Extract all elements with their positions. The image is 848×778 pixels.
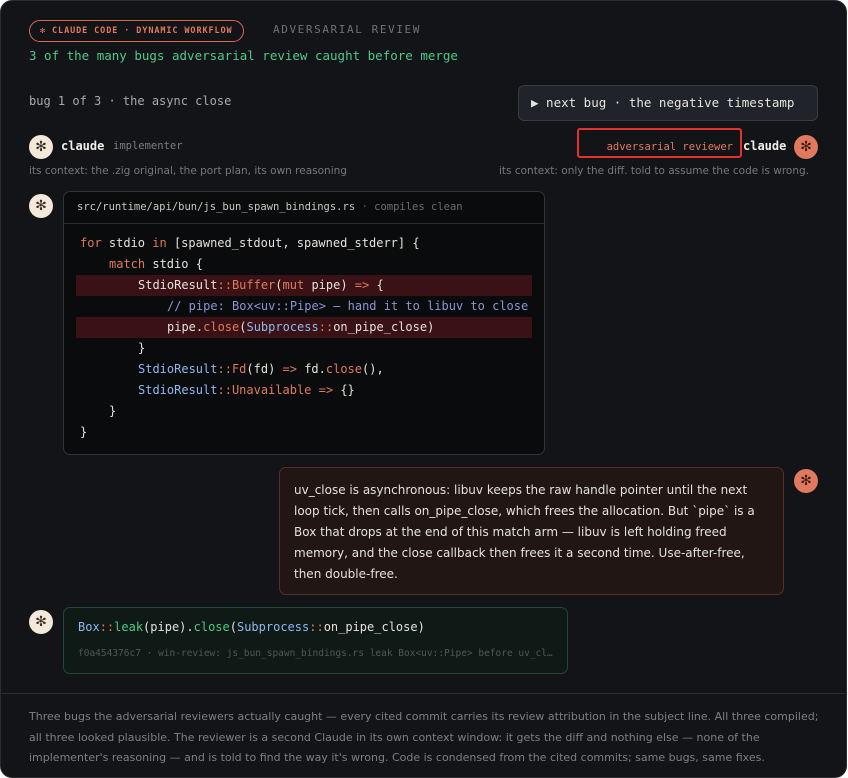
footer-note: Three bugs the adversarial reviewers act… <box>29 710 819 764</box>
code-token: Buffer <box>231 278 276 292</box>
implementer-role: implementer <box>113 140 183 152</box>
compile-status: compiles clean <box>374 201 463 213</box>
code-token: {} <box>333 383 355 397</box>
reviewer-context: its context: only the diff. told to assu… <box>499 165 810 177</box>
reviewer-role: adversarial reviewer <box>577 128 742 158</box>
code-line: } <box>64 422 544 443</box>
code-line: StdioResult::Unavailable => {} <box>64 380 544 401</box>
code-token: fd. <box>296 362 326 376</box>
code-line: for stdio in [spawned_stdout, spawned_st… <box>64 233 544 254</box>
code-token: (), <box>362 362 384 376</box>
fix-token: ( <box>229 620 237 634</box>
implementer-name: claude <box>61 139 105 153</box>
implementer-context: its context: the .zig original, the port… <box>29 165 347 177</box>
code-token: :: <box>217 383 232 397</box>
code-token: on_pipe_close) <box>333 320 435 334</box>
code-line: match stdio { <box>64 254 544 275</box>
implementer-avatar-icon: ✻ <box>29 135 53 159</box>
code-token: (fd) <box>246 362 283 376</box>
code-token: in <box>152 236 167 250</box>
code-body: for stdio in [spawned_stdout, spawned_st… <box>64 224 544 443</box>
file-path: src/runtime/api/bun/js_bun_spawn_binding… <box>77 201 356 213</box>
code-line: pipe.close(Subprocess::on_pipe_close) <box>76 317 532 338</box>
code-token: close <box>325 362 362 376</box>
reviewer-message-avatar-icon: ✻ <box>794 469 818 493</box>
code-token: StdioResult <box>138 362 218 376</box>
fix-token: close <box>193 620 230 634</box>
fix-token: Subprocess <box>236 620 310 634</box>
reviewer-name: claude <box>743 139 787 153</box>
code-token: StdioResult <box>138 383 218 397</box>
header-separator: · <box>355 201 375 213</box>
code-token: for <box>80 236 102 250</box>
code-token: [spawned_stdout, spawned_stderr] { <box>166 236 420 250</box>
code-token: mut <box>282 278 305 292</box>
fix-token: on_pipe_close) <box>323 620 425 634</box>
fix-code-line: Box::leak(pipe).close(Subprocess::on_pip… <box>78 620 553 634</box>
code-token: } <box>138 341 146 355</box>
code-line: } <box>64 401 544 422</box>
code-token: stdio <box>101 236 153 250</box>
fix-token: :: <box>309 620 324 634</box>
code-token: { <box>369 278 384 292</box>
fix-token: (pipe). <box>143 620 194 634</box>
code-token: => <box>354 278 370 292</box>
code-token: Unavailable <box>231 383 312 397</box>
code-header: src/runtime/api/bun/js_bun_spawn_binding… <box>64 192 544 224</box>
code-token: Subprocess <box>246 320 319 334</box>
code-line: StdioResult::Buffer(mut pipe) => { <box>76 275 532 296</box>
fix-token: :: <box>99 620 115 634</box>
page-subtitle: 3 of the many bugs adversarial review ca… <box>29 48 458 63</box>
code-token: StdioResult <box>138 278 218 292</box>
reviewer-avatar-icon: ✻ <box>794 135 818 159</box>
fix-commit: f0a454376c7 · win-review: js_bun_spawn_b… <box>78 648 554 659</box>
code-token: => <box>282 362 297 376</box>
section-label: ADVERSARIAL REVIEW <box>273 23 422 36</box>
product-badge: ✻ CLAUDE CODE · DYNAMIC WORKFLOW <box>29 20 244 42</box>
code-token: // pipe: Box<uv::Pipe> — hand it to libu… <box>167 299 529 313</box>
implementer-code-avatar-icon: ✻ <box>29 194 53 218</box>
code-token: :: <box>318 320 334 334</box>
code-token: } <box>80 425 88 439</box>
code-token: stdio { <box>145 257 203 271</box>
code-token: match <box>109 257 146 271</box>
code-token: close <box>203 320 240 334</box>
code-token: Fd <box>231 362 247 376</box>
code-token: pipe. <box>167 320 204 334</box>
implementer-fix-avatar-icon: ✻ <box>29 610 53 634</box>
fix-token: Box <box>78 620 100 634</box>
code-line: // pipe: Box<uv::Pipe> — hand it to libu… <box>64 296 544 317</box>
workflow-panel: ✻ CLAUDE CODE · DYNAMIC WORKFLOW ADVERSA… <box>0 0 847 778</box>
code-token: pipe) <box>304 278 355 292</box>
code-line: StdioResult::Fd(fd) => fd.close(), <box>64 359 544 380</box>
bug-counter: bug 1 of 3 · the async close <box>29 94 232 108</box>
code-token: ( <box>275 278 283 292</box>
fix-card: Box::leak(pipe).close(Subprocess::on_pip… <box>63 607 568 674</box>
code-token: :: <box>217 362 232 376</box>
review-message: uv_close is asynchronous: libuv keeps th… <box>279 467 784 595</box>
footer-divider <box>1 693 846 694</box>
code-token: => <box>318 383 334 397</box>
next-bug-button[interactable]: ▶ next bug · the negative timestamp <box>518 85 818 121</box>
code-window: src/runtime/api/bun/js_bun_spawn_binding… <box>63 191 545 455</box>
code-token: } <box>109 404 117 418</box>
code-token: :: <box>217 278 232 292</box>
fix-token: leak <box>114 620 144 634</box>
code-line: } <box>64 338 544 359</box>
